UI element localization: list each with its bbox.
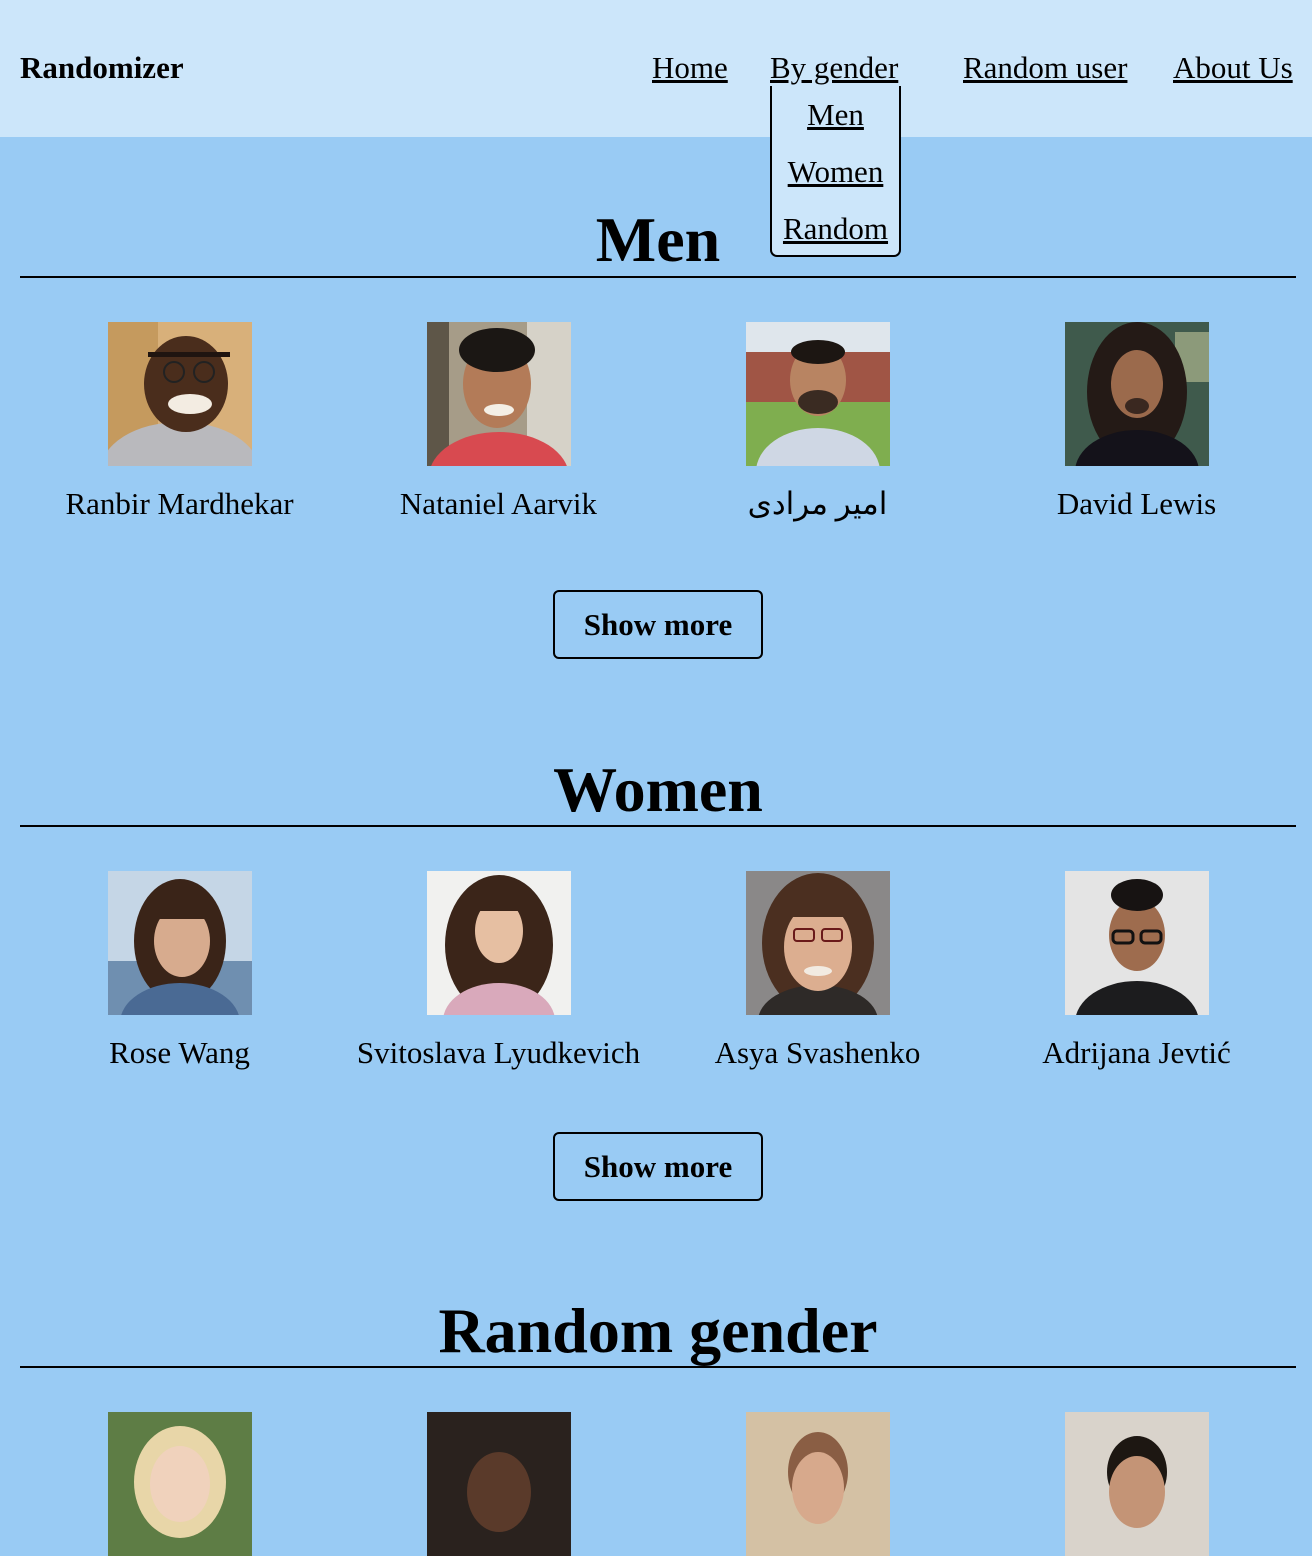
user-avatar — [426, 322, 571, 466]
user-card[interactable]: Nataniel Aarvik — [339, 322, 658, 522]
user-avatar — [107, 871, 252, 1015]
show-more-women-button[interactable]: Show more — [553, 1132, 763, 1201]
user-avatar — [1064, 871, 1209, 1015]
user-name: Asya Svashenko — [714, 1035, 921, 1070]
section-divider — [20, 276, 1296, 278]
show-more-men-button[interactable]: Show more — [553, 590, 763, 659]
brand-logo[interactable]: Randomizer — [20, 50, 184, 86]
section-divider — [20, 825, 1296, 827]
user-avatar — [426, 1412, 571, 1556]
nav-random-user-link[interactable]: Random user — [963, 50, 1127, 86]
user-avatar — [107, 1412, 252, 1556]
nav-about-us-link[interactable]: About Us — [1173, 50, 1293, 86]
user-avatar — [1064, 322, 1209, 466]
user-card[interactable]: Rose Wang — [20, 871, 339, 1071]
user-name: David Lewis — [1056, 486, 1217, 521]
section-title-random-gender: Random gender — [438, 1295, 878, 1366]
nav-by-gender-link[interactable]: By gender — [770, 50, 898, 86]
user-avatar — [107, 322, 252, 466]
dropdown-item-women[interactable]: Women — [772, 154, 899, 190]
user-card[interactable]: Svitoslava Lyudkevich — [339, 871, 658, 1071]
user-card[interactable] — [20, 1412, 339, 1556]
user-card[interactable] — [977, 1412, 1296, 1556]
user-name: امیر مرادی — [747, 486, 888, 521]
user-card[interactable]: Asya Svashenko — [658, 871, 977, 1071]
section-divider — [20, 1366, 1296, 1368]
user-avatar — [426, 871, 571, 1015]
gender-dropdown-menu: Men Women Random — [770, 86, 901, 257]
user-avatar — [745, 322, 890, 466]
user-name: Adrijana Jevtić — [1042, 1035, 1231, 1070]
user-name: Nataniel Aarvik — [399, 486, 598, 521]
user-card[interactable] — [658, 1412, 977, 1556]
user-name: Svitoslava Lyudkevich — [356, 1035, 641, 1070]
user-card[interactable] — [339, 1412, 658, 1556]
user-card[interactable]: امیر مرادی — [658, 322, 977, 522]
user-avatar — [745, 871, 890, 1015]
nav-home-link[interactable]: Home — [652, 50, 728, 86]
user-card[interactable]: David Lewis — [977, 322, 1296, 522]
user-card[interactable]: Ranbir Mardhekar — [20, 322, 339, 522]
section-title-women: Women — [553, 754, 763, 825]
section-title-men: Men — [595, 204, 721, 275]
user-name: Ranbir Mardhekar — [65, 486, 294, 521]
dropdown-item-men[interactable]: Men — [772, 97, 899, 133]
user-card[interactable]: Adrijana Jevtić — [977, 871, 1296, 1071]
dropdown-item-random[interactable]: Random — [772, 211, 899, 247]
user-avatar — [745, 1412, 890, 1556]
user-name: Rose Wang — [109, 1035, 250, 1070]
user-avatar — [1064, 1412, 1209, 1556]
site-header: Randomizer Home By gender Random user Ab… — [0, 0, 1312, 137]
